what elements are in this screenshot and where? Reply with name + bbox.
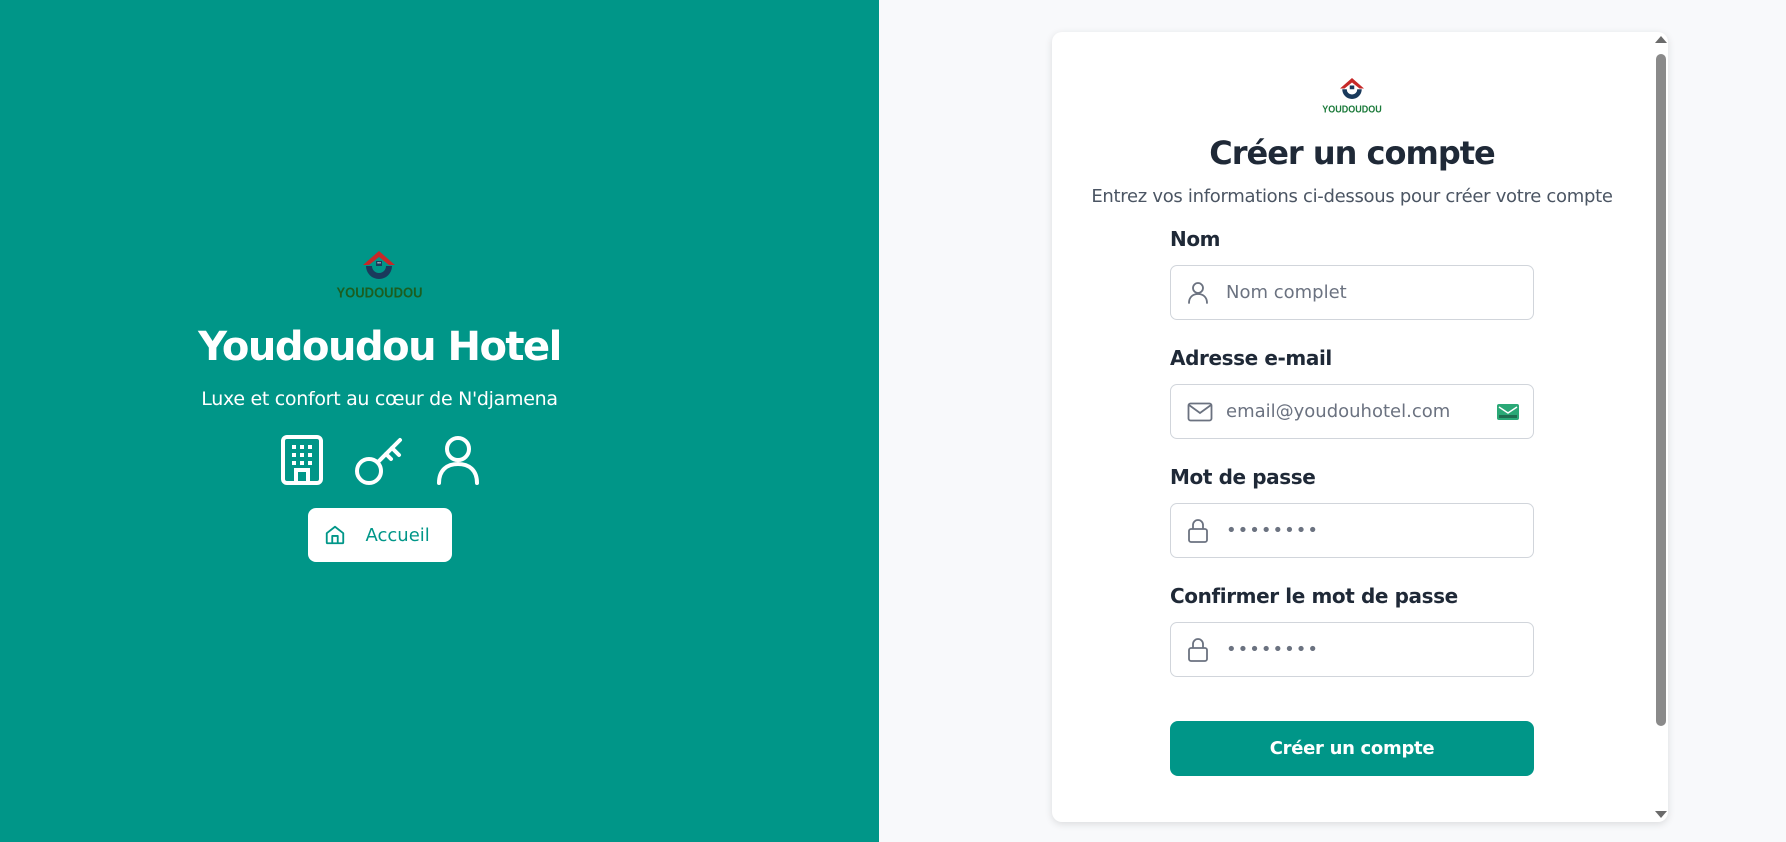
- signup-card-content: YOUDOUDOU Créer un compte Entrez vos inf…: [1052, 32, 1652, 822]
- email-input[interactable]: [1171, 385, 1533, 438]
- lock-icon: [1187, 518, 1209, 544]
- brand-panel: YOUDOUDOU Youdoudou Hotel Luxe et confor…: [0, 0, 879, 842]
- password-input-wrapper: [1170, 503, 1534, 558]
- confirm-password-input[interactable]: [1171, 623, 1533, 676]
- home-button[interactable]: Accueil: [307, 508, 452, 562]
- name-field: Nom: [1170, 227, 1534, 320]
- scroll-down-arrow-icon[interactable]: [1655, 811, 1667, 818]
- confirm-password-input-wrapper: [1170, 622, 1534, 677]
- password-input[interactable]: [1171, 504, 1533, 557]
- brand-title: Youdoudou Hotel: [198, 324, 562, 370]
- logo-wordmark: YOUDOUDOU: [336, 283, 423, 302]
- scrollbar-thumb[interactable]: [1656, 54, 1666, 726]
- email-label: Adresse e-mail: [1170, 346, 1332, 370]
- user-icon: [436, 436, 479, 485]
- password-label: Mot de passe: [1170, 465, 1316, 489]
- card-logo: YOUDOUDOU: [1322, 77, 1382, 115]
- create-account-button[interactable]: Créer un compte: [1170, 721, 1534, 776]
- signup-card: YOUDOUDOU Créer un compte Entrez vos inf…: [1052, 32, 1668, 822]
- password-field: Mot de passe: [1170, 465, 1534, 558]
- key-icon: [354, 438, 402, 485]
- logo-house-icon: [363, 251, 396, 279]
- name-label: Nom: [1170, 227, 1221, 251]
- brand-logo: YOUDOUDOU: [336, 250, 423, 302]
- lock-icon: [1187, 637, 1209, 663]
- home-button-label: Accueil: [365, 524, 430, 546]
- logo-wordmark: YOUDOUDOU: [1322, 103, 1382, 115]
- email-input-wrapper: [1170, 384, 1534, 439]
- brand-content: YOUDOUDOU Youdoudou Hotel Luxe et confor…: [198, 250, 562, 562]
- email-field: Adresse e-mail: [1170, 346, 1534, 439]
- name-input[interactable]: [1171, 266, 1533, 319]
- mail-icon: [1187, 402, 1213, 422]
- confirm-password-field: Confirmer le mot de passe: [1170, 584, 1534, 677]
- confirm-password-label: Confirmer le mot de passe: [1170, 584, 1458, 608]
- home-icon: [325, 525, 344, 545]
- card-scrollbar[interactable]: [1652, 32, 1668, 822]
- logo-house-icon: [1339, 78, 1364, 99]
- form-title: Créer un compte: [1209, 134, 1495, 172]
- brand-subtitle: Luxe et confort au cœur de N'djamena: [201, 388, 558, 410]
- scroll-up-arrow-icon[interactable]: [1655, 36, 1667, 43]
- building-icon: [280, 435, 323, 485]
- form-subtitle: Entrez vos informations ci-dessous pour …: [1091, 186, 1613, 207]
- autofill-icon[interactable]: [1497, 403, 1519, 420]
- name-input-wrapper: [1170, 265, 1534, 320]
- user-icon: [1187, 281, 1209, 305]
- feature-icons: [280, 434, 480, 486]
- signup-form: Nom Adresse e-mail: [1170, 227, 1534, 776]
